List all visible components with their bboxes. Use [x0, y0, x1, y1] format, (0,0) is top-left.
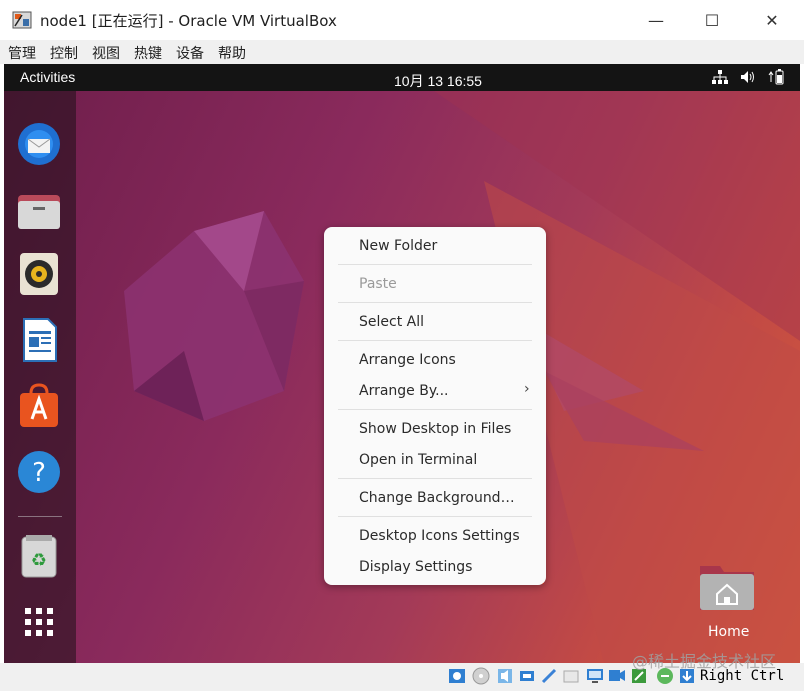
trash-icon[interactable]: ♻ [16, 533, 62, 579]
menu-separator [338, 340, 532, 341]
files-icon[interactable] [16, 187, 62, 233]
dock-separator [18, 516, 62, 517]
menu-display-settings[interactable]: Display Settings [359, 559, 472, 575]
network-icon[interactable] [712, 70, 728, 84]
menu-new-folder[interactable]: New Folder [359, 238, 437, 254]
software-icon[interactable] [16, 383, 62, 429]
menu-separator [338, 409, 532, 410]
svg-text:?: ? [32, 458, 46, 488]
menu-separator [338, 264, 532, 265]
menu-arrange-by[interactable]: Arrange By... [359, 383, 449, 399]
menu-arrange-icons[interactable]: Arrange Icons [359, 352, 456, 368]
menu-manage[interactable]: 管理 [8, 43, 36, 63]
help-icon[interactable]: ? [16, 449, 62, 495]
dock: ? ♻ [4, 91, 76, 663]
clock[interactable]: 10月 13 16:55 [394, 71, 482, 91]
home-folder-label[interactable]: Home [708, 624, 749, 640]
menu-show-desktop-in-files[interactable]: Show Desktop in Files [359, 421, 511, 437]
desktop-context-menu: New Folder Paste Select All Arrange Icon… [324, 227, 546, 585]
close-button[interactable]: ✕ [752, 6, 792, 34]
volume-icon[interactable] [740, 70, 756, 84]
network-adapter-icon[interactable] [518, 667, 536, 685]
svg-text:♻: ♻ [31, 550, 47, 571]
menu-hotkey[interactable]: 热键 [134, 43, 162, 63]
chevron-right-icon: › [524, 381, 530, 397]
menu-view[interactable]: 视图 [92, 43, 120, 63]
gnome-top-bar: Activities 10月 13 16:55 [4, 64, 800, 91]
window-title: node1 [正在运行] - Oracle VM VirtualBox [40, 12, 337, 30]
menu-separator [338, 478, 532, 479]
menu-desktop-icons-settings[interactable]: Desktop Icons Settings [359, 528, 520, 544]
activities-button[interactable]: Activities [20, 69, 75, 85]
minimize-button[interactable]: — [636, 6, 676, 34]
virtualbox-app-icon [12, 11, 32, 29]
display-icon[interactable] [586, 667, 604, 685]
hard-disk-icon[interactable] [448, 667, 466, 685]
menu-separator [338, 516, 532, 517]
maximize-button[interactable]: ☐ [692, 6, 732, 34]
window-titlebar: node1 [正在运行] - Oracle VM VirtualBox — ☐ … [0, 0, 804, 40]
home-folder-icon[interactable] [698, 560, 756, 612]
optical-drive-icon[interactable] [472, 667, 490, 685]
menu-change-background[interactable]: Change Background… [359, 490, 515, 506]
menu-paste: Paste [359, 276, 397, 292]
menu-open-in-terminal[interactable]: Open in Terminal [359, 452, 477, 468]
menu-separator [338, 302, 532, 303]
menu-control[interactable]: 控制 [50, 43, 78, 63]
vm-screen: Activities 10月 13 16:55 ? ♻ New Folder P… [4, 64, 800, 663]
apps-grid-icon[interactable] [16, 599, 62, 645]
menu-select-all[interactable]: Select All [359, 314, 424, 330]
menu-help[interactable]: 帮助 [218, 43, 246, 63]
watermark-text: @稀土掘金技术社区 [632, 652, 777, 671]
battery-icon[interactable] [768, 69, 786, 85]
menu-bar: 管理 控制 视图 热键 设备 帮助 [0, 40, 804, 64]
usb-icon[interactable] [540, 667, 558, 685]
writer-icon[interactable] [16, 317, 62, 363]
shared-folder-icon[interactable] [562, 667, 580, 685]
rhythmbox-icon[interactable] [16, 251, 62, 297]
video-capture-icon[interactable] [608, 667, 626, 685]
audio-icon[interactable] [496, 667, 514, 685]
menu-devices[interactable]: 设备 [176, 43, 204, 63]
thunderbird-icon[interactable] [16, 121, 62, 167]
